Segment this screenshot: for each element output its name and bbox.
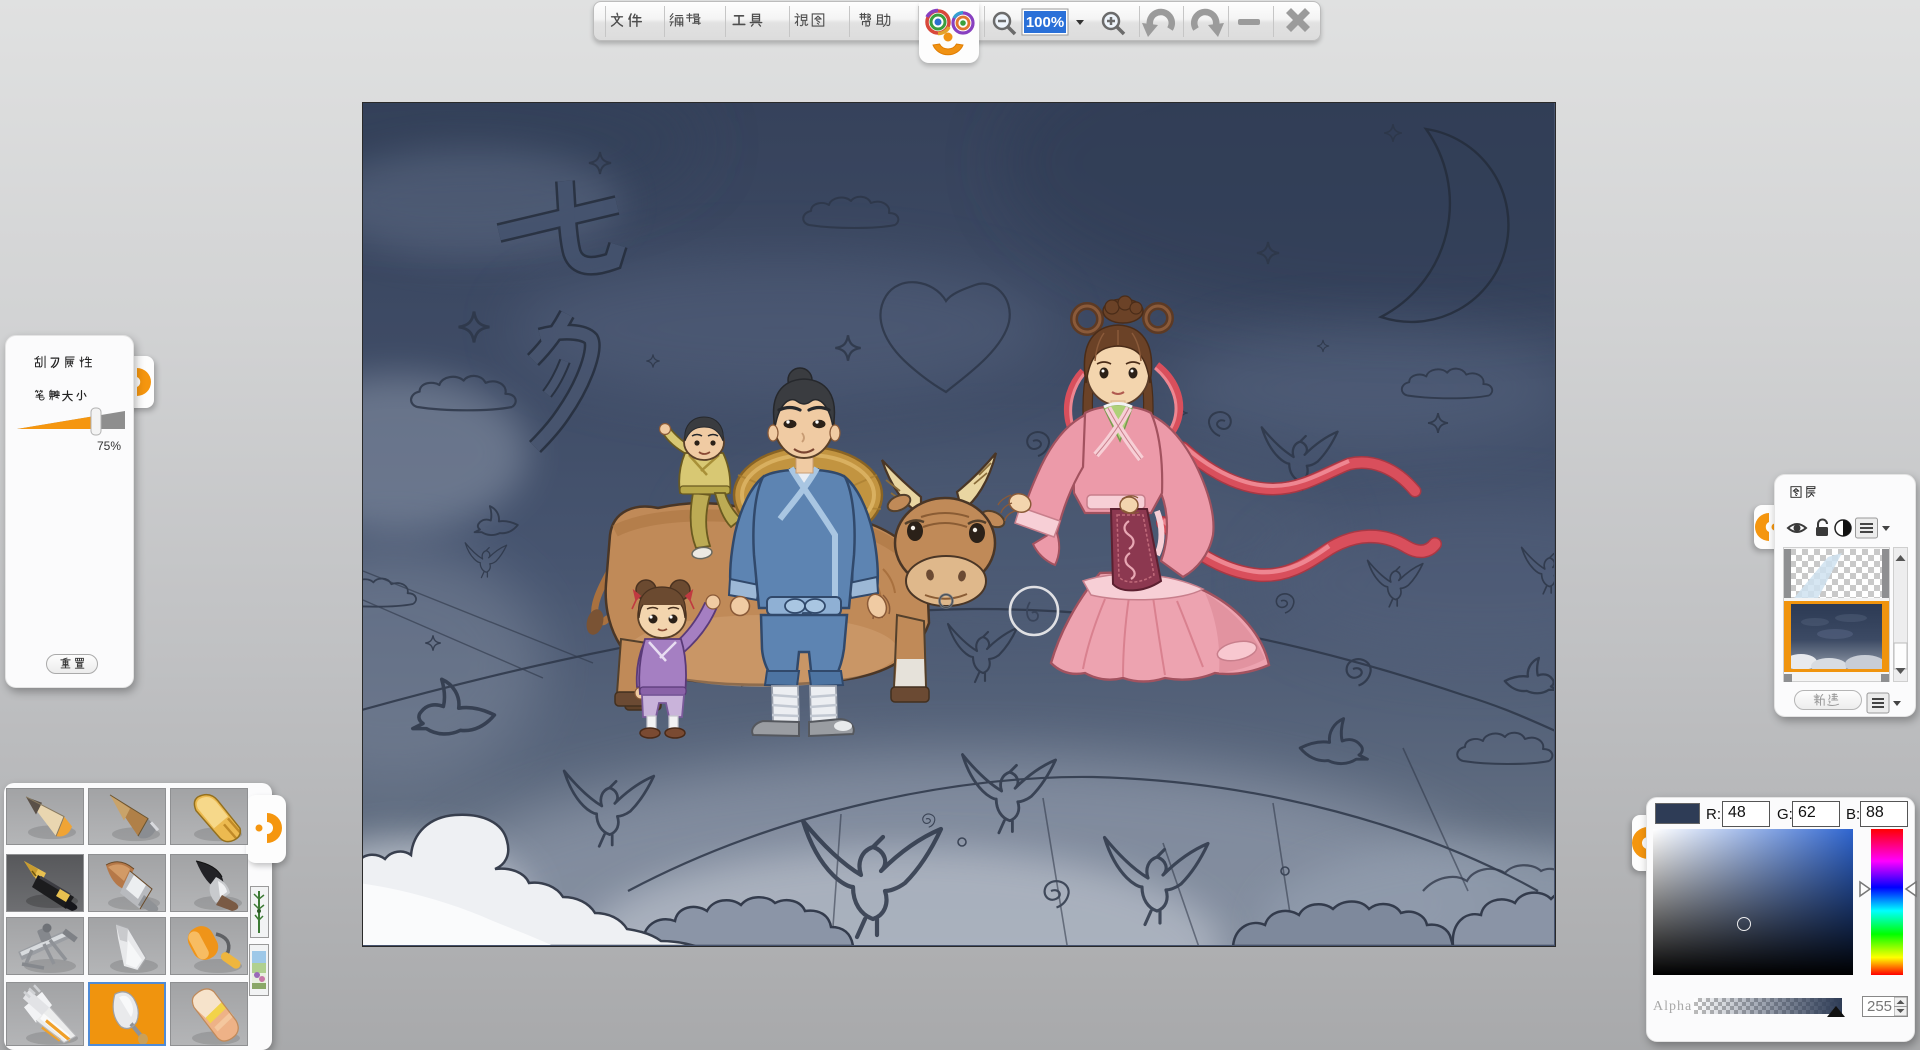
- svg-text:100%: 100%: [1026, 14, 1064, 31]
- svg-text:75%: 75%: [97, 439, 121, 453]
